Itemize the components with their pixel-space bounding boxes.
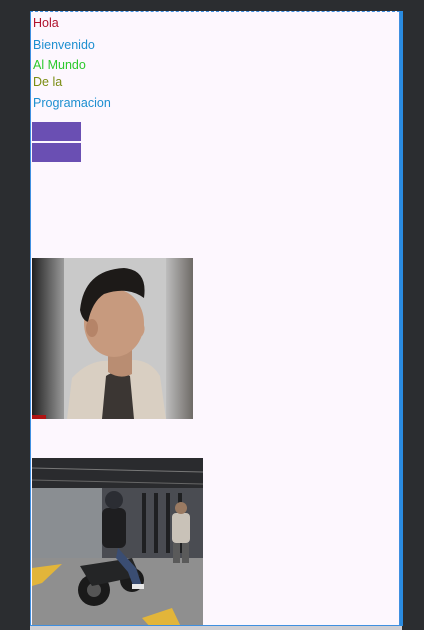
text-bienvenido: Bienvenido bbox=[33, 38, 95, 52]
text-al-mundo: Al Mundo bbox=[33, 58, 86, 72]
selection-edge bbox=[400, 11, 403, 626]
text-programacion: Programacion bbox=[33, 96, 111, 110]
text-de-la: De la bbox=[33, 75, 63, 89]
text-hola: Hola bbox=[33, 16, 59, 30]
motorcycle-photo bbox=[32, 458, 203, 625]
button-1[interactable] bbox=[32, 122, 81, 141]
phone-screen-preview: Hola Bienvenido Al Mundo De la Programac… bbox=[30, 11, 400, 626]
portrait-photo bbox=[32, 258, 193, 419]
button-2[interactable] bbox=[32, 143, 81, 162]
bottom-bar bbox=[30, 626, 402, 630]
